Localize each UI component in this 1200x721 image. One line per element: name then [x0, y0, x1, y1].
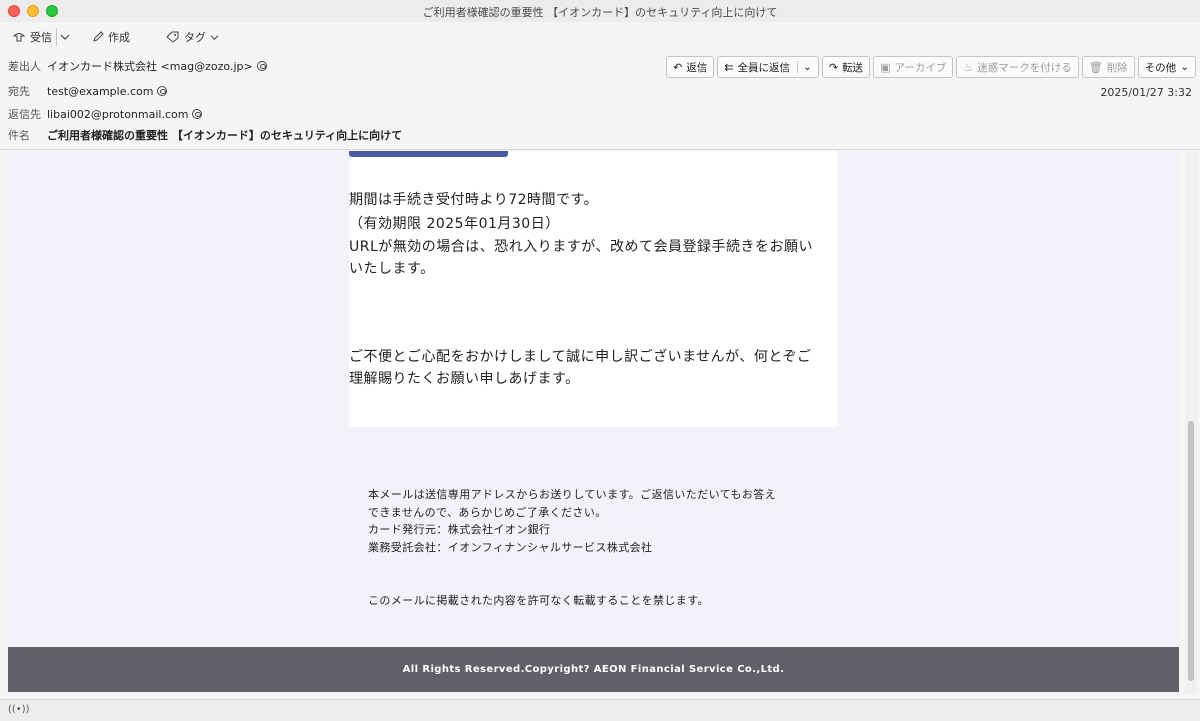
footer-text-line: カード発行元：株式会社イオン銀行	[368, 523, 551, 536]
contact-icon[interactable]	[192, 109, 203, 119]
chevron-down-icon	[60, 34, 70, 40]
toolbar-divider	[56, 28, 57, 46]
to-label: 宛先	[8, 85, 30, 98]
footer-text-line: 本メールは送信専用アドレスからお送りしています。ご返信いただいてもお答え	[368, 488, 777, 501]
tag-label: タグ	[184, 31, 206, 44]
chevron-down-icon: ⌄	[1180, 61, 1189, 73]
from-row: 差出人 イオンカード株式会社 <mag@zozo.jp>	[8, 58, 267, 74]
message-date: 2025/01/27 3:32	[1100, 86, 1192, 99]
tag-button[interactable]: タグ	[166, 28, 219, 46]
body-text-apology-2: 理解賜りたくお願い申しあげます。	[349, 371, 580, 387]
message-header: 差出人 イオンカード株式会社 <mag@zozo.jp> 宛先 test@exa…	[0, 52, 1200, 150]
footer-text-line: できませんので、あらかじめご了承ください。	[368, 506, 607, 519]
receive-icon	[12, 33, 26, 42]
receive-dropdown-button[interactable]	[60, 28, 70, 46]
subject-label: 件名	[8, 129, 30, 142]
chevron-down-icon	[210, 34, 219, 40]
tag-icon	[166, 31, 179, 43]
from-address[interactable]: イオンカード株式会社 <mag@zozo.jp>	[47, 58, 253, 74]
archive-icon: ▣	[880, 60, 891, 74]
reply-to-row: 返信先 libai002@protonmail.com	[8, 106, 203, 122]
body-text-url-invalid-1: URLが無効の場合は、恐れ入りますが、改めて会員登録手続きをお願い	[349, 239, 813, 255]
compose-button[interactable]: 作成	[92, 28, 130, 46]
title-bar: ご利用者様確認の重要性 【イオンカード】のセキュリティ向上に向けて	[0, 0, 1200, 22]
connection-icon: ((•))	[8, 704, 30, 715]
status-bar: ((•))	[0, 699, 1200, 721]
other-label: その他	[1144, 61, 1177, 74]
other-button[interactable]: その他 ⌄	[1137, 56, 1196, 78]
footer-text-line: 業務受託会社：イオンフィナンシャルサービス株式会社	[368, 541, 653, 554]
forward-icon: ↷	[828, 60, 839, 74]
reply-all-icon: ⇇	[724, 60, 734, 74]
trash-icon: 🗑	[1088, 60, 1103, 74]
reply-all-button[interactable]: ⇇ 全員に返信 ⌄	[717, 56, 819, 78]
archive-label: アーカイブ	[894, 61, 947, 74]
delete-label: 削除	[1106, 61, 1128, 74]
body-text-validity: 期間は手続き受付時より72時間です。	[349, 192, 599, 208]
link-button-edge[interactable]	[349, 151, 508, 157]
to-address[interactable]: test@example.com	[47, 85, 153, 98]
mail-window: ご利用者様確認の重要性 【イオンカード】のセキュリティ向上に向けて 受信 作成 …	[0, 0, 1200, 721]
reply-to-label: 返信先	[8, 108, 41, 121]
reply-button[interactable]: ↶ 返信	[666, 56, 715, 78]
forward-button[interactable]: ↷ 転送	[821, 56, 871, 78]
reply-to-address[interactable]: libai002@protonmail.com	[47, 108, 188, 121]
forward-label: 転送	[842, 61, 864, 74]
toolbar: 受信 作成 タグ	[0, 22, 1200, 52]
window-title: ご利用者様確認の重要性 【イオンカード】のセキュリティ向上に向けて	[422, 6, 778, 19]
subject-text: ご利用者様確認の重要性 【イオンカード】のセキュリティ向上に向けて	[47, 129, 403, 142]
body-text-apology-1: ご不便とご心配をおかけしまして誠に申し訳ございませんが、何とぞご	[349, 349, 812, 365]
from-label: 差出人	[8, 60, 41, 73]
contact-icon[interactable]	[157, 86, 168, 96]
contact-icon[interactable]	[256, 61, 267, 71]
reply-all-label: 全員に返信	[737, 61, 791, 74]
footer-text-line: このメールに掲載された内容を許可なく転載することを禁じます。	[368, 594, 709, 607]
compose-label: 作成	[108, 31, 130, 44]
pencil-icon	[93, 31, 104, 42]
delete-button[interactable]: 🗑 削除	[1081, 56, 1135, 78]
scrollbar-thumb[interactable]	[1188, 421, 1194, 681]
body-text-url-invalid-2: いたします。	[349, 261, 435, 277]
message-actions: ↶ 返信 ⇇ 全員に返信 ⌄ ↷ 転送 ▣ アーカイブ ♨ 迷惑マークを付ける 🗑 削除 その…	[666, 56, 1196, 78]
subject-row: 件名 ご利用者様確認の重要性 【イオンカード】のセキュリティ向上に向けて	[8, 127, 402, 143]
scrollbar[interactable]	[1185, 151, 1197, 694]
body-text-expiry: （有効期限 2025年01月30日）	[349, 216, 560, 232]
receive-label: 受信	[30, 31, 52, 44]
junk-button[interactable]: ♨ 迷惑マークを付ける	[956, 56, 1079, 78]
to-row: 宛先 test@example.com	[8, 83, 168, 99]
junk-label: 迷惑マークを付ける	[977, 61, 1072, 74]
archive-button[interactable]: ▣ アーカイブ	[873, 56, 954, 78]
chevron-down-icon[interactable]: ⌄	[797, 61, 812, 73]
receive-button[interactable]: 受信	[12, 28, 52, 46]
message-body: 期間は手続き受付時より72時間です。 （有効期限 2025年01月30日） UR…	[8, 151, 1179, 694]
reply-label: 返信	[686, 61, 708, 74]
reply-icon: ↶	[673, 60, 683, 74]
copyright-bar: All Rights Reserved.Copyright? AEON Fina…	[8, 647, 1179, 692]
flame-icon: ♨	[963, 60, 974, 74]
